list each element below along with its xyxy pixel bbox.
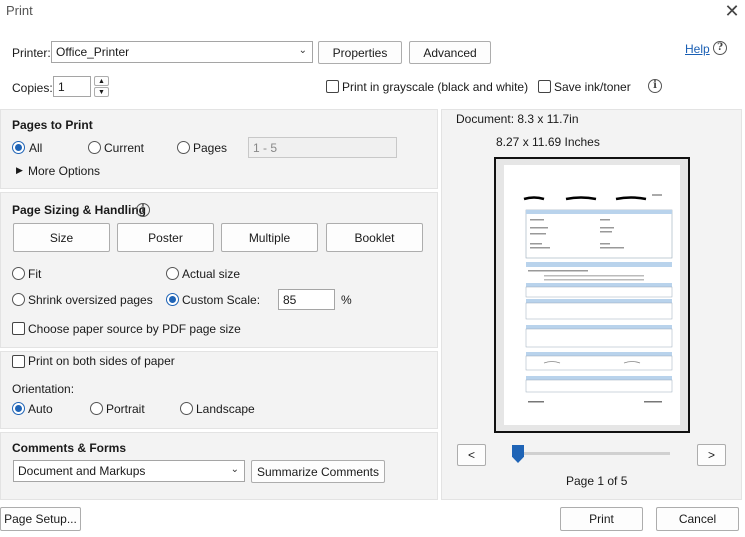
auto-label: Auto [28,402,53,416]
portrait-label: Portrait [106,402,145,416]
window-title: Print [6,3,33,18]
help-icon[interactable]: ? [713,41,727,55]
grayscale-checkbox[interactable] [326,80,339,93]
auto-radio[interactable] [12,402,25,415]
pdf-source-checkbox[interactable] [12,322,25,335]
pages-range-input[interactable]: 1 - 5 [248,137,397,158]
both-sides-label: Print on both sides of paper [28,354,175,368]
chevron-down-icon: ⌄ [230,464,239,475]
copies-label: Copies: [12,81,53,95]
shrink-radio[interactable] [12,293,25,306]
pages-radio[interactable] [177,141,190,154]
prev-page-button[interactable]: < [457,444,486,466]
custom-scale-radio[interactable] [166,293,179,306]
fit-label: Fit [28,267,42,281]
comments-select[interactable]: Document and Markups ⌄ [13,460,245,482]
next-page-button[interactable]: > [697,444,726,466]
all-radio[interactable] [12,141,25,154]
info-icon[interactable]: i [648,79,662,93]
advanced-button[interactable]: Advanced [409,41,491,64]
current-label: Current [104,141,145,155]
printer-select[interactable]: Office_Printer ⌄ [51,41,313,63]
pages-label: Pages [193,141,228,155]
shrink-label: Shrink oversized pages [28,293,153,307]
page-preview [494,157,690,433]
copies-down-button[interactable]: ▼ [94,87,109,97]
comments-title: Comments & Forms [12,441,127,455]
actual-size-radio[interactable] [166,267,179,280]
grayscale-label: Print in grayscale (black and white) [342,80,529,94]
landscape-radio[interactable] [180,402,193,415]
page-indicator: Page 1 of 5 [566,474,628,488]
properties-button[interactable]: Properties [318,41,402,64]
pages-range-placeholder: 1 - 5 [253,140,278,155]
page-setup-button[interactable]: Page Setup... [0,507,81,531]
multiple-tab[interactable]: Multiple [221,223,318,252]
current-radio[interactable] [88,141,101,154]
cancel-button[interactable]: Cancel [656,507,739,531]
percent-label: % [341,293,352,307]
printer-select-value: Office_Printer [56,45,130,59]
save-ink-label: Save ink/toner [554,80,631,94]
page-slider-track[interactable] [518,452,670,455]
page-sizing-title: Page Sizing & Handling [12,203,147,217]
copies-value: 1 [58,79,65,94]
print-button[interactable]: Print [560,507,643,531]
actual-size-label: Actual size [182,267,241,281]
document-size: Document: 8.3 x 11.7in [456,112,579,126]
booklet-tab[interactable]: Booklet [326,223,423,252]
pdf-source-label: Choose paper source by PDF page size [28,322,241,336]
summarize-comments-button[interactable]: Summarize Comments [251,460,385,483]
orientation-label: Orientation: [12,382,75,396]
custom-scale-label: Custom Scale: [182,293,261,307]
chevron-down-icon: ⌄ [298,45,307,56]
poster-tab[interactable]: Poster [117,223,214,252]
landscape-label: Landscape [196,402,255,416]
more-options-label[interactable]: More Options [28,164,100,178]
copies-input[interactable]: 1 [53,76,91,97]
close-icon[interactable]: ✕ [723,2,741,20]
help-link[interactable]: Help [685,42,710,56]
more-options-caret-icon[interactable]: ▶ [16,165,23,176]
page-sizing-info-icon[interactable]: i [136,203,150,217]
size-tab[interactable]: Size [13,223,110,252]
pages-to-print-title: Pages to Print [12,118,93,132]
save-ink-checkbox[interactable] [538,80,551,93]
both-sides-checkbox[interactable] [12,355,25,368]
custom-scale-value: 85 [283,292,297,307]
all-label: All [29,141,43,155]
printer-label: Printer: [12,46,51,60]
copies-up-button[interactable]: ▲ [94,76,109,86]
page-thumbnail-graphic [523,194,673,403]
page-size: 8.27 x 11.69 Inches [496,135,600,149]
comments-select-value: Document and Markups [18,464,146,478]
fit-radio[interactable] [12,267,25,280]
custom-scale-input[interactable]: 85 [278,289,335,310]
portrait-radio[interactable] [90,402,103,415]
page-thumbnail [504,165,680,425]
